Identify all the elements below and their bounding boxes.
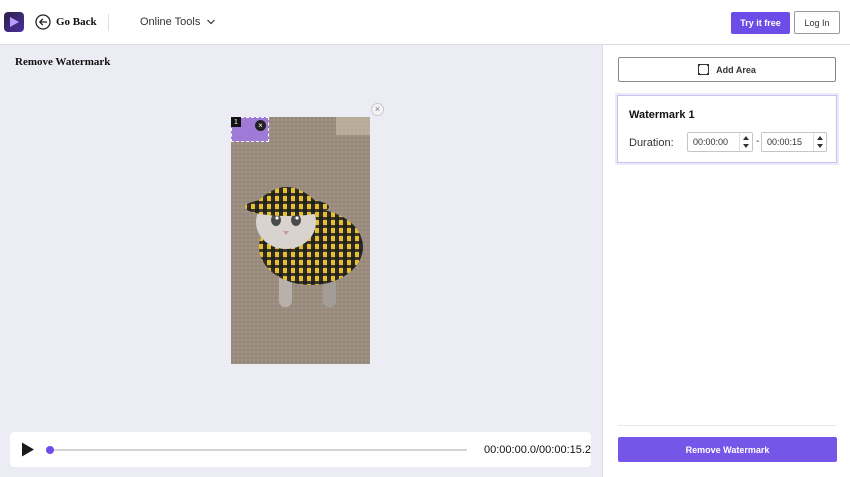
- online-tools-menu[interactable]: Online Tools: [140, 16, 216, 28]
- progress-thumb[interactable]: [46, 446, 54, 454]
- start-time-value: 00:00:00: [693, 137, 729, 147]
- panel-divider: [618, 425, 836, 426]
- time-display: 00:00:00.0/00:00:15.2: [484, 444, 592, 456]
- back-arrow-icon[interactable]: [35, 14, 51, 30]
- time-range-separator: -: [756, 136, 760, 147]
- header-divider: [108, 14, 109, 31]
- start-time-stepper[interactable]: [739, 133, 752, 151]
- cat-video-frame: [231, 117, 370, 364]
- try-it-free-button[interactable]: Try it free: [731, 12, 790, 34]
- remove-selection-icon[interactable]: ×: [255, 120, 266, 131]
- end-time-value: 00:00:15: [767, 137, 803, 147]
- remove-watermark-button[interactable]: Remove Watermark: [618, 437, 837, 462]
- top-bar: Go Back Online Tools Try it free Log In: [0, 0, 850, 45]
- add-area-label: Add Area: [716, 64, 756, 75]
- increment-icon[interactable]: [743, 136, 749, 140]
- watermark-card[interactable]: Watermark 1 Duration: 00:00:00 - 00:00:1…: [617, 95, 837, 163]
- login-button[interactable]: Log In: [794, 11, 840, 34]
- online-tools-label: Online Tools: [140, 16, 201, 28]
- watermark-index-badge: 1: [231, 117, 241, 127]
- editor-canvas: Remove Watermark × 1 × 00:00:00.0/00:00:…: [0, 45, 602, 477]
- play-logo-icon: [10, 17, 19, 27]
- duration-label: Duration:: [629, 137, 674, 149]
- watermark-card-title: Watermark 1: [629, 109, 695, 121]
- decrement-icon[interactable]: [817, 144, 823, 148]
- video-player-bar: 00:00:00.0/00:00:15.2: [10, 432, 591, 467]
- play-icon[interactable]: [21, 442, 35, 457]
- go-back-link[interactable]: Go Back: [56, 16, 97, 28]
- decrement-icon[interactable]: [743, 144, 749, 148]
- video-preview: [231, 117, 370, 364]
- end-time-input[interactable]: 00:00:15: [761, 132, 827, 152]
- page-title: Remove Watermark: [15, 56, 111, 68]
- end-time-stepper[interactable]: [813, 133, 826, 151]
- watermark-panel: Add Area Watermark 1 Duration: 00:00:00 …: [602, 45, 850, 477]
- selection-square-icon: [698, 64, 710, 75]
- chevron-down-icon: [207, 19, 216, 25]
- increment-icon[interactable]: [817, 136, 823, 140]
- add-area-button[interactable]: Add Area: [618, 57, 836, 82]
- close-video-button[interactable]: ×: [371, 103, 384, 116]
- start-time-input[interactable]: 00:00:00: [687, 132, 753, 152]
- app-logo[interactable]: [4, 12, 24, 32]
- progress-track[interactable]: [46, 449, 467, 451]
